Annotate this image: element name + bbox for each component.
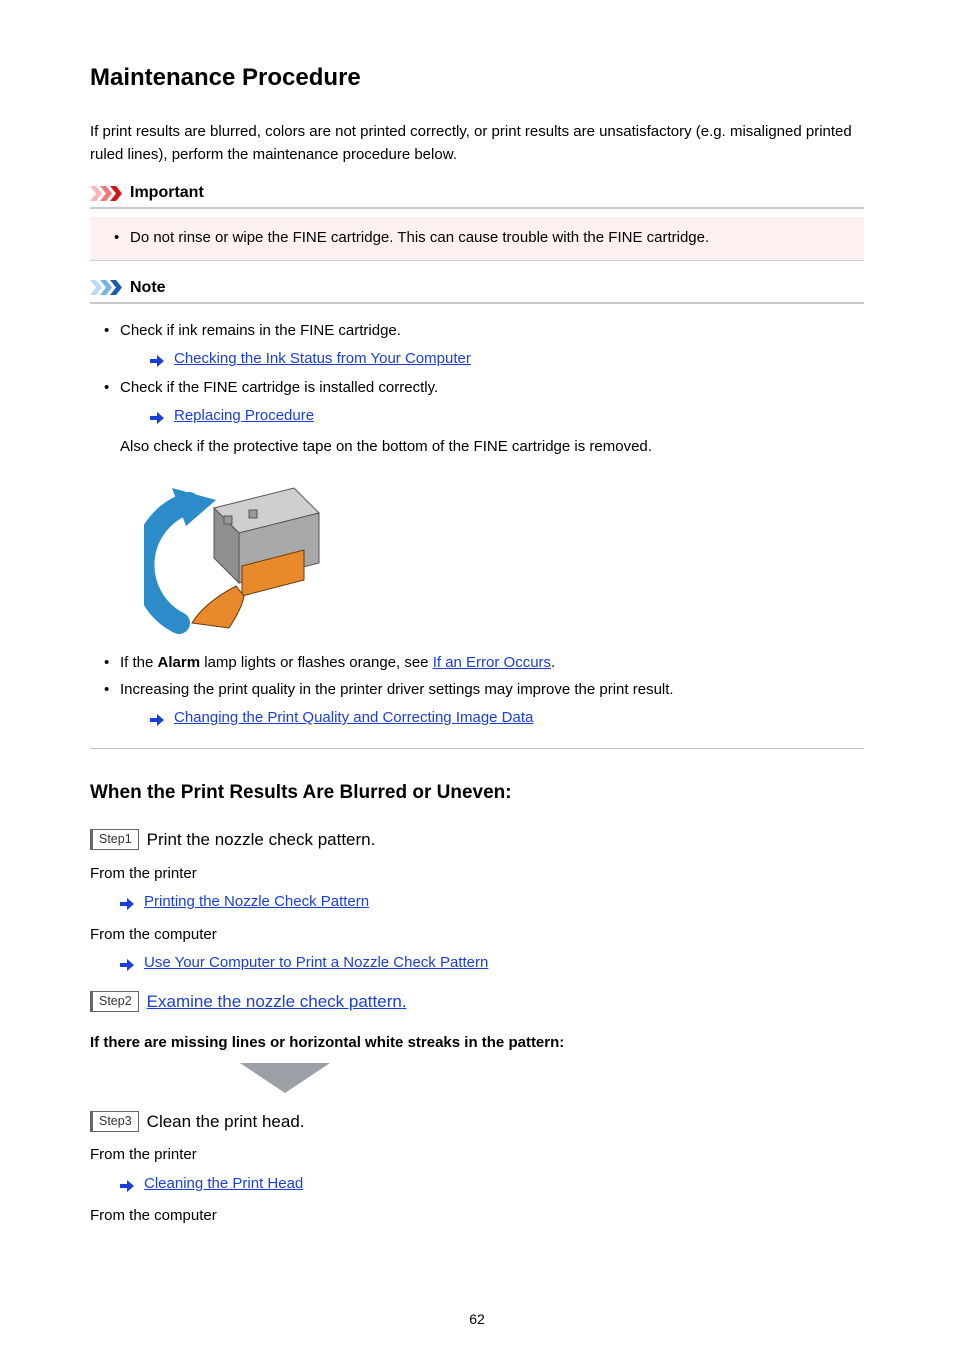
- note-item-1: Check if ink remains in the FINE cartrid…: [108, 320, 864, 371]
- section-heading: When the Print Results Are Blurred or Un…: [90, 779, 864, 808]
- important-title: Important: [130, 181, 204, 205]
- step1-row: Step1 Print the nozzle check pattern.: [90, 827, 864, 853]
- link-examine-pattern[interactable]: Examine the nozzle check pattern.: [147, 989, 407, 1015]
- note-text-tape: Also check if the protective tape on the…: [120, 436, 864, 459]
- arrow-right-icon: [150, 352, 164, 366]
- note-item-2: Check if the FINE cartridge is installed…: [108, 377, 864, 639]
- link-replacing-procedure[interactable]: Replacing Procedure: [174, 405, 314, 428]
- link-computer-nozzle-pattern[interactable]: Use Your Computer to Print a Nozzle Chec…: [144, 952, 488, 975]
- down-arrow-icon: [240, 1063, 330, 1095]
- arrow-right-icon: [120, 1177, 134, 1191]
- important-callout: Important Do not rinse or wipe the FINE …: [90, 181, 864, 261]
- important-item: Do not rinse or wipe the FINE cartridge.…: [118, 227, 854, 250]
- cartridge-illustration: [144, 468, 329, 638]
- note-item-4: Increasing the print quality in the prin…: [108, 679, 864, 730]
- link-error-occurs[interactable]: If an Error Occurs: [433, 654, 551, 671]
- note-body: Check if ink remains in the FINE cartrid…: [90, 312, 864, 749]
- important-header: Important: [90, 181, 864, 209]
- note-callout: Note Check if ink remains in the FINE ca…: [90, 276, 864, 749]
- chevrons-icon: [90, 280, 124, 295]
- step1-from-printer: From the printer: [90, 863, 864, 886]
- intro-text: If print results are blurred, colors are…: [90, 121, 864, 166]
- link-print-quality[interactable]: Changing the Print Quality and Correctin…: [174, 707, 533, 730]
- step1-badge: Step1: [90, 829, 139, 850]
- note-item-3: If the Alarm lamp lights or flashes oran…: [108, 652, 864, 675]
- step3-badge: Step3: [90, 1111, 139, 1132]
- note-header: Note: [90, 276, 864, 304]
- step1-from-computer: From the computer: [90, 924, 864, 947]
- step3-from-printer: From the printer: [90, 1144, 864, 1167]
- step3-row: Step3 Clean the print head.: [90, 1109, 864, 1135]
- page-number: 62: [0, 1309, 954, 1330]
- link-ink-status[interactable]: Checking the Ink Status from Your Comput…: [174, 348, 471, 371]
- note-title: Note: [130, 276, 166, 300]
- link-clean-print-head[interactable]: Cleaning the Print Head: [144, 1173, 303, 1196]
- step3-title: Clean the print head.: [147, 1109, 305, 1135]
- step1-title: Print the nozzle check pattern.: [147, 827, 376, 853]
- important-body: Do not rinse or wipe the FINE cartridge.…: [90, 217, 864, 261]
- step2-badge: Step2: [90, 991, 139, 1012]
- step2-row: Step2 Examine the nozzle check pattern.: [90, 989, 864, 1015]
- arrow-right-icon: [120, 956, 134, 970]
- step2-condition: If there are missing lines or horizontal…: [90, 1032, 864, 1055]
- page-title: Maintenance Procedure: [90, 60, 864, 96]
- link-print-nozzle-pattern[interactable]: Printing the Nozzle Check Pattern: [144, 891, 369, 914]
- arrow-right-icon: [150, 711, 164, 725]
- arrow-right-icon: [150, 409, 164, 423]
- step3-from-computer: From the computer: [90, 1205, 864, 1228]
- chevrons-icon: [90, 186, 124, 201]
- arrow-right-icon: [120, 895, 134, 909]
